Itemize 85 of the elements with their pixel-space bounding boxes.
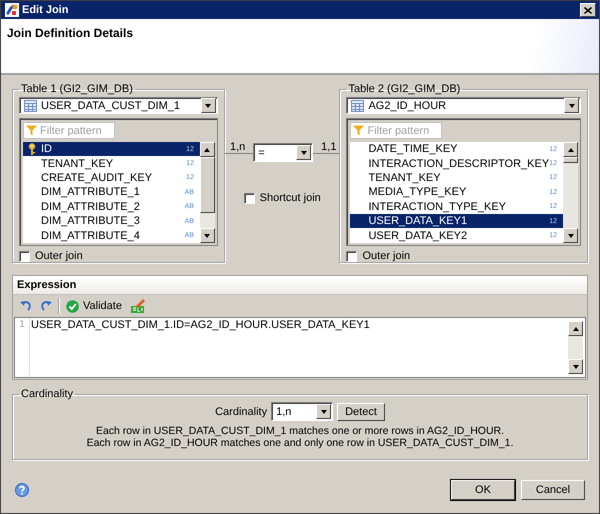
column-name: DIM_ATTRIBUTE_2 xyxy=(41,200,141,213)
close-button[interactable] xyxy=(580,3,596,17)
column-name: TENANT_KEY xyxy=(368,172,442,184)
cardinality-dropdown[interactable]: 1,n xyxy=(271,402,334,421)
scrollbar[interactable] xyxy=(200,142,215,243)
checkbox-label: Outer join xyxy=(35,250,83,262)
line-number: 1 xyxy=(19,319,25,330)
caret-icon xyxy=(204,102,212,108)
group-title: Table 1 (GI2_GIM_DB) xyxy=(20,83,134,95)
caret-icon xyxy=(568,102,576,108)
column-name: INTERACTION_DESCRIPTOR_KEY xyxy=(368,158,550,170)
section-title: Expression xyxy=(13,276,587,295)
description-text: Each row in AG2_ID_HOUR matches one and only one row in USER_DATA_CUST_DIM_1. xyxy=(86,437,514,449)
operator-dropdown[interactable]: = xyxy=(253,143,314,162)
dialog-heading: Join Definition Details xyxy=(7,26,134,40)
expression-editor[interactable]: 1 USER_DATA_CUST_DIM_1.ID=AG2_ID_HOUR.USER_DATA_KEY1 xyxy=(14,317,586,378)
undo-icon xyxy=(20,300,32,312)
checkbox[interactable] xyxy=(244,192,255,204)
redo-icon xyxy=(40,300,52,312)
column-name: ID xyxy=(41,143,53,156)
dropdown-value: AG2_ID_HOUR xyxy=(368,100,448,112)
placeholder-text: Filter pattern xyxy=(40,124,102,136)
column-name: INTERACTION_TYPE_KEY xyxy=(368,200,508,213)
dropdown-arrow-button[interactable] xyxy=(564,98,579,113)
table-icon xyxy=(351,100,364,112)
caret-icon xyxy=(203,232,212,238)
column-name: DIM_ATTRIBUTE_3 xyxy=(41,215,141,228)
table-dropdown[interactable]: USER_DATA_CUST_DIM_1 xyxy=(19,97,218,114)
dropdown-arrow-button[interactable] xyxy=(200,98,216,113)
dropdown-value: 1,n xyxy=(276,406,292,418)
scroll-down-button[interactable] xyxy=(568,359,583,374)
scroll-up-button[interactable] xyxy=(568,321,583,336)
group-title: Table 2 (GI2_GIM_DB) xyxy=(347,83,462,95)
scroll-up-button[interactable] xyxy=(563,142,578,157)
dialog-button[interactable]: Cancel xyxy=(521,480,585,500)
checkbox-label: Outer join xyxy=(362,250,410,262)
filter-icon xyxy=(26,125,37,136)
close-icon xyxy=(584,6,592,14)
placeholder-text: Filter pattern xyxy=(367,124,430,136)
window-title: Edit Join xyxy=(22,4,70,16)
scrollbar[interactable] xyxy=(563,142,578,243)
column-name: USER_DATA_KEY2 xyxy=(368,230,468,242)
checkbox-label: Shortcut join xyxy=(260,192,321,204)
scroll-down-button[interactable] xyxy=(200,228,215,243)
caret-icon xyxy=(300,150,308,156)
detect-button[interactable]: Detect xyxy=(337,402,385,420)
column-name: DIM_ATTRIBUTE_1 xyxy=(41,186,141,198)
table-dropdown[interactable]: AG2_ID_HOUR xyxy=(346,97,581,114)
column-name: USER_DATA_KEY1 xyxy=(368,215,468,228)
app-icon xyxy=(5,3,19,17)
column-name: CREATE_AUDIT_KEY xyxy=(41,172,154,184)
dropdown-arrow-button[interactable] xyxy=(296,145,312,160)
scroll-down-button[interactable] xyxy=(563,228,578,243)
caret-icon xyxy=(572,326,580,332)
column-name: MEDIA_TYPE_KEY xyxy=(368,186,468,198)
validate-button[interactable]: Validate xyxy=(64,298,124,314)
column-name: DIM_ATTRIBUTE_4 xyxy=(41,230,141,242)
caret-icon xyxy=(566,146,574,152)
filter-icon xyxy=(353,125,364,136)
code-line: USER_DATA_CUST_DIM_1.ID=AG2_ID_HOUR.USER_DATA_KEY1 xyxy=(30,318,371,333)
help-icon xyxy=(15,483,29,497)
dropdown-arrow-button[interactable] xyxy=(316,404,332,419)
dropdown-value: = xyxy=(258,146,266,158)
caret-icon xyxy=(566,232,574,238)
table-icon xyxy=(24,100,37,112)
redo-button[interactable] xyxy=(38,299,54,313)
scrollbar[interactable] xyxy=(568,321,583,374)
field-label: Cardinality xyxy=(215,406,268,418)
sql-pencil-icon xyxy=(130,298,146,314)
caret-icon xyxy=(320,408,328,414)
dialog-button[interactable]: OK xyxy=(451,480,515,500)
cardinality-label: 1,1 xyxy=(313,141,340,154)
check-circle-icon xyxy=(66,300,79,312)
checkbox[interactable] xyxy=(19,250,30,262)
group-title: Cardinality xyxy=(20,388,74,400)
column-name: DATE_TIME_KEY xyxy=(368,143,459,156)
description-text: Each row in USER_DATA_CUST_DIM_1 matches one or more rows in AG2_ID_HOUR. xyxy=(96,425,504,437)
dropdown-value: USER_DATA_CUST_DIM_1 xyxy=(41,100,181,112)
column-name: TENANT_KEY xyxy=(41,158,114,170)
scroll-thumb[interactable] xyxy=(563,157,578,163)
caret-icon xyxy=(572,364,580,370)
scroll-up-button[interactable] xyxy=(200,142,215,157)
checkbox[interactable] xyxy=(346,250,358,262)
scroll-thumb[interactable] xyxy=(200,157,215,213)
caret-icon xyxy=(203,146,212,152)
